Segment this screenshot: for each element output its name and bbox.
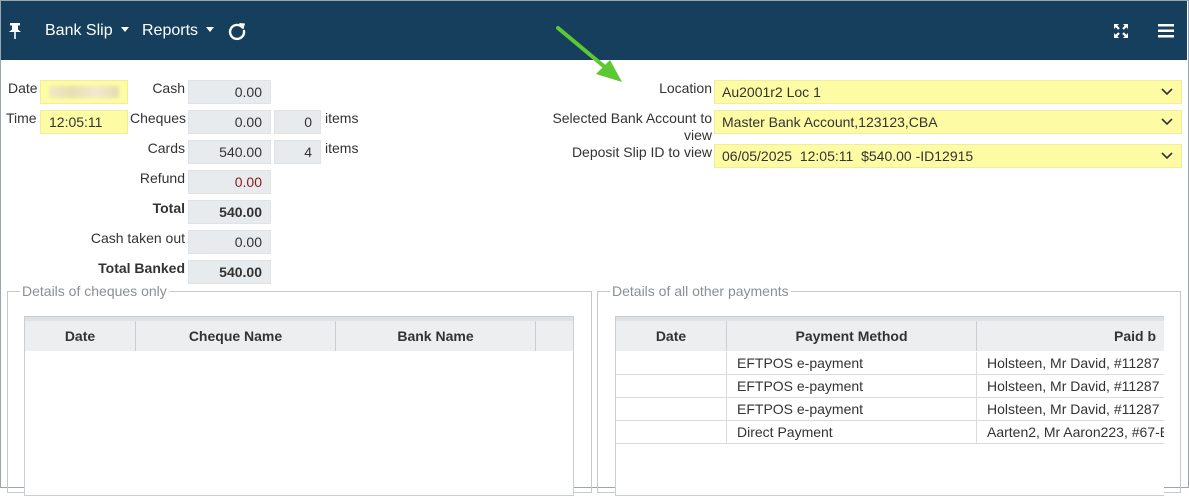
row-date — [616, 421, 727, 443]
chevron-down-icon[interactable] — [1153, 111, 1181, 133]
cash-taken-out-label: Cash taken out — [90, 230, 185, 246]
chevron-down-icon[interactable] — [1153, 81, 1181, 103]
date-value-blurred — [49, 86, 119, 98]
column-header-date[interactable]: Date — [616, 321, 727, 351]
pin-icon[interactable] — [7, 1, 23, 60]
location-select[interactable]: Au2001r2 Loc 1 — [714, 80, 1182, 104]
reports-label: Reports — [142, 21, 199, 39]
column-header-date[interactable]: Date — [25, 321, 136, 351]
cheques-group-legend: Details of cheques only — [22, 283, 167, 299]
bank-slip-menu[interactable]: Bank Slip — [45, 1, 129, 60]
cards-label: Cards — [147, 140, 185, 156]
bank-account-label-line2: view — [683, 127, 712, 143]
chevron-down-icon — [206, 27, 215, 32]
cash-taken-out-field[interactable]: 0.00 — [188, 230, 271, 254]
chevron-down-icon — [120, 27, 129, 32]
cash-label: Cash — [152, 80, 185, 96]
green-arrow-annotation — [556, 26, 622, 82]
time-label: Time — [6, 110, 37, 126]
refresh-icon[interactable] — [227, 1, 247, 60]
deposit-slip-select-value: 06/05/2025 12:05:11 $540.00 -ID12915 — [722, 148, 974, 164]
row-paid-by: Holsteen, Mr David, #11287 — [987, 355, 1160, 371]
row-payment-method: Direct Payment — [727, 421, 977, 443]
row-payment-method: EFTPOS e-payment — [727, 375, 977, 397]
date-field[interactable] — [40, 80, 128, 104]
bank-account-label-line1: Selected Bank Account to — [552, 110, 712, 126]
column-header-extra — [536, 321, 573, 351]
column-header-payment-method[interactable]: Payment Method — [727, 321, 977, 351]
total-label: Total — [152, 200, 185, 216]
row-paid-by: Holsteen, Mr David, #11287 — [987, 401, 1160, 417]
bank-account-select-value: Master Bank Account,123123,CBA — [722, 114, 938, 130]
table-row[interactable]: EFTPOS e-payment Holsteen, Mr David, #11… — [616, 375, 1164, 398]
cards-count-field: 4 — [274, 140, 321, 164]
hamburger-menu-icon[interactable] — [1158, 1, 1174, 60]
chevron-down-icon[interactable] — [1153, 145, 1181, 167]
row-paid-by: Holsteen, Mr David, #11287 — [987, 378, 1160, 394]
column-header-cheque-name[interactable]: Cheque Name — [136, 321, 336, 351]
reports-menu[interactable]: Reports — [142, 1, 215, 60]
row-paid-by: Aarten2, Mr Aaron223, #67-E — [987, 424, 1164, 440]
cards-field: 540.00 — [188, 140, 271, 164]
cheques-field: 0.00 — [188, 110, 271, 134]
total-field: 540.00 — [188, 200, 271, 224]
deposit-slip-select[interactable]: 06/05/2025 12:05:11 $540.00 -ID12915 — [714, 144, 1182, 168]
total-banked-label: Total Banked — [98, 260, 185, 276]
payments-group-legend: Details of all other payments — [612, 283, 789, 299]
row-payment-method: EFTPOS e-payment — [727, 352, 977, 374]
bank-account-select[interactable]: Master Bank Account,123123,CBA — [714, 110, 1182, 134]
date-label: Date — [8, 80, 38, 96]
cheques-items-label: items — [325, 110, 359, 126]
cards-items-label: items — [325, 140, 359, 156]
column-header-paid-by[interactable]: Paid b — [977, 321, 1164, 351]
payments-table-header: Date Payment Method Paid b — [616, 317, 1164, 351]
cheques-table: Date Cheque Name Bank Name — [24, 316, 574, 496]
time-field[interactable]: 12:05:11 — [40, 110, 128, 134]
row-date — [616, 398, 727, 420]
cheques-label: Cheques — [130, 110, 187, 126]
refund-field: 0.00 — [188, 170, 271, 194]
row-payment-method: EFTPOS e-payment — [727, 398, 977, 420]
table-row[interactable]: Direct Payment Aarten2, Mr Aaron223, #67… — [616, 421, 1164, 444]
table-row[interactable]: EFTPOS e-payment Holsteen, Mr David, #11… — [616, 398, 1164, 421]
location-select-value: Au2001r2 Loc 1 — [722, 84, 821, 100]
bank-account-label: Selected Bank Account to view — [520, 110, 712, 144]
cash-field: 0.00 — [188, 80, 271, 104]
cheques-count-field: 0 — [274, 110, 321, 134]
cheques-table-header: Date Cheque Name Bank Name — [25, 317, 573, 351]
row-date — [616, 375, 727, 397]
bank-slip-label: Bank Slip — [45, 21, 113, 39]
refund-label: Refund — [139, 170, 185, 186]
table-row[interactable]: EFTPOS e-payment Holsteen, Mr David, #11… — [616, 352, 1164, 375]
expand-icon[interactable] — [1113, 1, 1129, 60]
payments-table: Date Payment Method Paid b EFTPOS e-paym… — [615, 316, 1164, 496]
column-header-bank-name[interactable]: Bank Name — [336, 321, 536, 351]
total-banked-field: 540.00 — [188, 260, 271, 284]
row-date — [616, 352, 727, 374]
deposit-slip-label: Deposit Slip ID to view — [571, 144, 712, 160]
